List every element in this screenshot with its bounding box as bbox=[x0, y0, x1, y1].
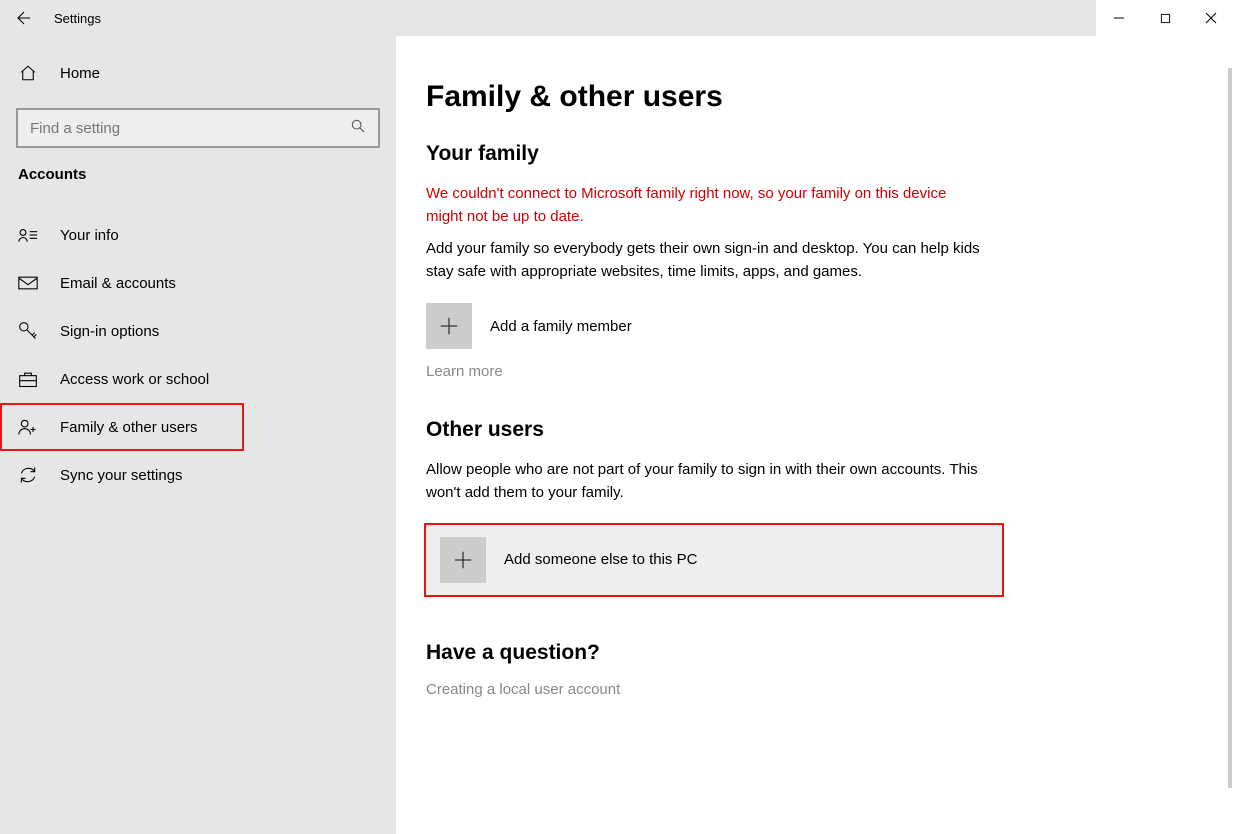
sidebar: Home Accounts Your info bbox=[0, 36, 396, 834]
sidebar-item-your-info[interactable]: Your info bbox=[0, 211, 396, 259]
search-input[interactable] bbox=[16, 108, 380, 148]
sidebar-item-family-other-users[interactable]: Family & other users bbox=[0, 403, 244, 451]
other-users-heading: Other users bbox=[426, 418, 1234, 442]
back-button[interactable] bbox=[0, 9, 48, 27]
titlebar: Settings bbox=[0, 0, 1234, 36]
sidebar-item-label: Access work or school bbox=[60, 371, 209, 388]
window-title: Settings bbox=[54, 11, 101, 26]
add-family-member-button[interactable]: Add a family member bbox=[426, 303, 1234, 349]
other-users-description: Allow people who are not part of your fa… bbox=[426, 458, 986, 505]
search-icon bbox=[350, 118, 366, 138]
question-heading: Have a question? bbox=[426, 641, 1234, 665]
briefcase-icon bbox=[18, 370, 38, 388]
sidebar-item-access-work-school[interactable]: Access work or school bbox=[0, 355, 396, 403]
sidebar-item-sign-in-options[interactable]: Sign-in options bbox=[0, 307, 396, 355]
sidebar-item-label: Family & other users bbox=[60, 419, 198, 436]
scrollbar[interactable] bbox=[1228, 68, 1232, 788]
sidebar-item-label: Your info bbox=[60, 227, 119, 244]
key-icon bbox=[18, 321, 38, 341]
home-label: Home bbox=[60, 65, 100, 82]
sidebar-item-email-accounts[interactable]: Email & accounts bbox=[0, 259, 396, 307]
family-heading: Your family bbox=[426, 142, 1234, 166]
sidebar-category: Accounts bbox=[0, 166, 396, 197]
mail-icon bbox=[18, 276, 38, 290]
page-title: Family & other users bbox=[426, 80, 1234, 114]
plus-icon bbox=[440, 537, 486, 583]
search-field[interactable] bbox=[18, 110, 378, 146]
help-link-local-account[interactable]: Creating a local user account bbox=[426, 681, 1234, 698]
sidebar-item-sync-settings[interactable]: Sync your settings bbox=[0, 451, 396, 499]
learn-more-link[interactable]: Learn more bbox=[426, 363, 1234, 380]
family-error-text: We couldn't connect to Microsoft family … bbox=[426, 182, 986, 229]
add-someone-label: Add someone else to this PC bbox=[504, 551, 697, 568]
add-someone-else-button[interactable]: Add someone else to this PC bbox=[426, 525, 1002, 595]
people-add-icon bbox=[18, 418, 38, 436]
plus-icon bbox=[426, 303, 472, 349]
sync-icon bbox=[18, 465, 38, 485]
sidebar-item-label: Email & accounts bbox=[60, 275, 176, 292]
sidebar-item-label: Sync your settings bbox=[60, 467, 183, 484]
minimize-button[interactable] bbox=[1096, 0, 1142, 36]
home-nav[interactable]: Home bbox=[0, 50, 396, 96]
maximize-button[interactable] bbox=[1142, 0, 1188, 36]
home-icon bbox=[18, 64, 38, 82]
family-description: Add your family so everybody gets their … bbox=[426, 237, 986, 284]
sidebar-item-label: Sign-in options bbox=[60, 323, 159, 340]
close-button[interactable] bbox=[1188, 0, 1234, 36]
main-content: Family & other users Your family We coul… bbox=[396, 36, 1234, 834]
add-family-label: Add a family member bbox=[490, 318, 632, 335]
user-card-icon bbox=[18, 227, 38, 243]
